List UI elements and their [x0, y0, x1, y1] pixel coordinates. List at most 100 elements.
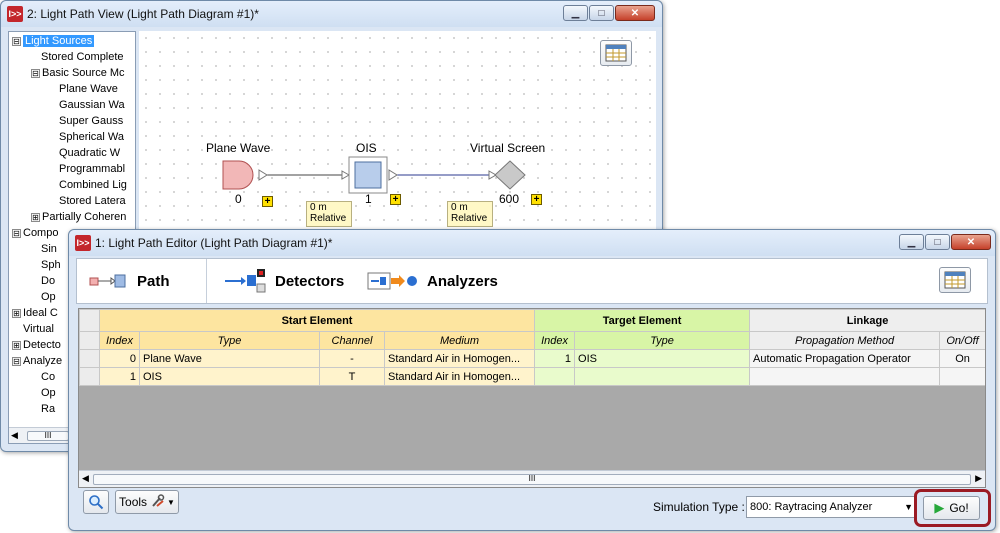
- light-path-diagram[interactable]: Plane Wave OIS Virtual Screen 0 1 600 + …: [139, 31, 656, 231]
- plane-wave-node[interactable]: [222, 160, 254, 190]
- tab-analyzers[interactable]: Analyzers: [355, 259, 505, 303]
- tree-item[interactable]: Stored Complete: [41, 49, 124, 65]
- tree-item[interactable]: ⊞ Detecto: [12, 337, 61, 353]
- title-bar[interactable]: I>> 2: Light Path View (Light Path Diagr…: [1, 1, 662, 27]
- tab-path[interactable]: Path: [77, 259, 207, 303]
- distance-label[interactable]: 0 m Relative: [306, 201, 352, 227]
- tab-detectors[interactable]: Detectors: [211, 259, 351, 303]
- tree-item[interactable]: Do: [41, 273, 55, 289]
- linkage-header: Linkage: [749, 309, 985, 332]
- virtual-screen-node[interactable]: [494, 160, 526, 190]
- start-index-cell[interactable]: 1: [99, 367, 140, 386]
- table-horizontal-scrollbar[interactable]: ◀ III ▶: [79, 470, 985, 487]
- tree-item[interactable]: ⊟ Compo: [12, 225, 58, 241]
- tree-item[interactable]: ⊞ Ideal C: [12, 305, 58, 321]
- tree-item[interactable]: ⊟ Basic Source Mc: [31, 65, 125, 81]
- expand-icon[interactable]: ⊞: [12, 308, 21, 318]
- scroll-left-icon[interactable]: ◀: [11, 430, 18, 441]
- distance-label[interactable]: 0 m Relative: [447, 201, 493, 227]
- tree-item[interactable]: Programmabl: [59, 161, 125, 177]
- expand-node-icon[interactable]: +: [390, 194, 401, 205]
- collapse-icon[interactable]: ⊟: [12, 36, 21, 46]
- tree-item[interactable]: Spherical Wa: [59, 129, 124, 145]
- title-bar[interactable]: I>> 1: Light Path Editor (Light Path Dia…: [69, 230, 995, 256]
- row-header[interactable]: [79, 349, 100, 368]
- tree-item-label: Programmabl: [59, 163, 126, 175]
- scroll-left-icon[interactable]: ◀: [82, 473, 89, 484]
- scroll-thumb[interactable]: III: [27, 431, 69, 441]
- propagation-method-cell[interactable]: [749, 367, 941, 386]
- column-header-row: Index Type Channel Medium Index Type Pro…: [79, 331, 985, 350]
- tree-item[interactable]: ⊞ Partially Coheren: [31, 209, 126, 225]
- collapse-icon[interactable]: ⊟: [12, 228, 21, 238]
- target-index-cell[interactable]: 1: [534, 349, 576, 368]
- collapse-icon[interactable]: ⊟: [31, 68, 40, 78]
- tree-item[interactable]: ⊟ Analyze: [12, 353, 62, 369]
- row-header: [79, 309, 100, 332]
- table-row[interactable]: 0 Plane Wave - Standard Air in Homogen..…: [79, 349, 985, 368]
- tree-item-label: Stored Complete: [41, 51, 124, 63]
- maximize-icon[interactable]: □: [589, 5, 614, 21]
- start-type-cell[interactable]: Plane Wave: [139, 349, 320, 368]
- tree-item[interactable]: Plane Wave: [59, 81, 118, 97]
- on-off-cell[interactable]: On: [939, 349, 985, 368]
- collapse-icon[interactable]: ⊟: [12, 356, 21, 366]
- connection-arrow: [341, 170, 351, 180]
- column-header[interactable]: Propagation Method: [749, 331, 941, 350]
- scroll-thumb[interactable]: III: [93, 474, 971, 485]
- table-row[interactable]: 1 OIS T Standard Air in Homogen...: [79, 367, 985, 386]
- expand-icon[interactable]: ⊞: [31, 212, 40, 222]
- minimize-icon[interactable]: ▁: [563, 5, 588, 21]
- tree-item[interactable]: Virtual: [23, 321, 54, 337]
- tree-item[interactable]: Stored Latera: [59, 193, 126, 209]
- ois-node[interactable]: [354, 161, 382, 189]
- table-view-icon[interactable]: [939, 267, 971, 293]
- tree-item[interactable]: Co: [41, 369, 55, 385]
- expand-node-icon[interactable]: +: [262, 196, 273, 207]
- expand-node-icon[interactable]: +: [531, 194, 542, 205]
- target-index-cell[interactable]: [534, 367, 576, 386]
- tree-item[interactable]: Op: [41, 385, 56, 401]
- column-header[interactable]: Channel: [319, 331, 385, 350]
- tree-item[interactable]: Gaussian Wa: [59, 97, 125, 113]
- column-header[interactable]: Type: [574, 331, 751, 350]
- expand-icon[interactable]: ⊞: [12, 340, 21, 350]
- target-type-cell[interactable]: [574, 367, 751, 386]
- propagation-method-cell[interactable]: Automatic Propagation Operator: [749, 349, 941, 368]
- channel-cell[interactable]: -: [319, 349, 385, 368]
- tree-item[interactable]: Quadratic W: [59, 145, 120, 161]
- column-header[interactable]: Index: [534, 331, 576, 350]
- medium-cell[interactable]: Standard Air in Homogen...: [383, 367, 536, 386]
- start-type-cell[interactable]: OIS: [139, 367, 320, 386]
- close-icon[interactable]: ✕: [951, 234, 991, 250]
- on-off-cell[interactable]: [939, 367, 985, 386]
- search-button[interactable]: [83, 490, 109, 514]
- tree-item[interactable]: ⊟ Light Sources: [12, 33, 95, 49]
- tools-icon: [151, 493, 165, 511]
- tree-item-label: Ideal C: [23, 307, 58, 319]
- tree-item[interactable]: Sin: [41, 241, 57, 257]
- start-index-cell[interactable]: 0: [99, 349, 140, 368]
- tree-item[interactable]: Sph: [41, 257, 61, 273]
- target-type-cell[interactable]: OIS: [574, 349, 751, 368]
- tools-menu-button[interactable]: Tools ▼: [115, 490, 179, 514]
- minimize-icon[interactable]: ▁: [899, 234, 924, 250]
- row-header[interactable]: [79, 367, 100, 386]
- column-header[interactable]: Type: [139, 331, 320, 350]
- dropdown-arrow-icon: ▼: [904, 502, 913, 512]
- column-header[interactable]: On/Off: [939, 331, 985, 350]
- tree-item[interactable]: Ra: [41, 401, 55, 417]
- tree-item[interactable]: Op: [41, 289, 56, 305]
- go-button[interactable]: ▶ Go!: [923, 496, 980, 520]
- column-header[interactable]: Index: [99, 331, 140, 350]
- simulation-type-select[interactable]: 800: Raytracing Analyzer ▼: [746, 496, 916, 518]
- scroll-right-icon[interactable]: ▶: [975, 473, 982, 484]
- medium-cell[interactable]: Standard Air in Homogen...: [383, 349, 536, 368]
- column-header[interactable]: Medium: [383, 331, 536, 350]
- channel-cell[interactable]: T: [319, 367, 385, 386]
- tree-item[interactable]: Super Gauss: [59, 113, 123, 129]
- close-icon[interactable]: ✕: [615, 5, 655, 21]
- maximize-icon[interactable]: □: [925, 234, 950, 250]
- tree-item-label: Detecto: [23, 339, 61, 351]
- tree-item[interactable]: Combined Lig: [59, 177, 127, 193]
